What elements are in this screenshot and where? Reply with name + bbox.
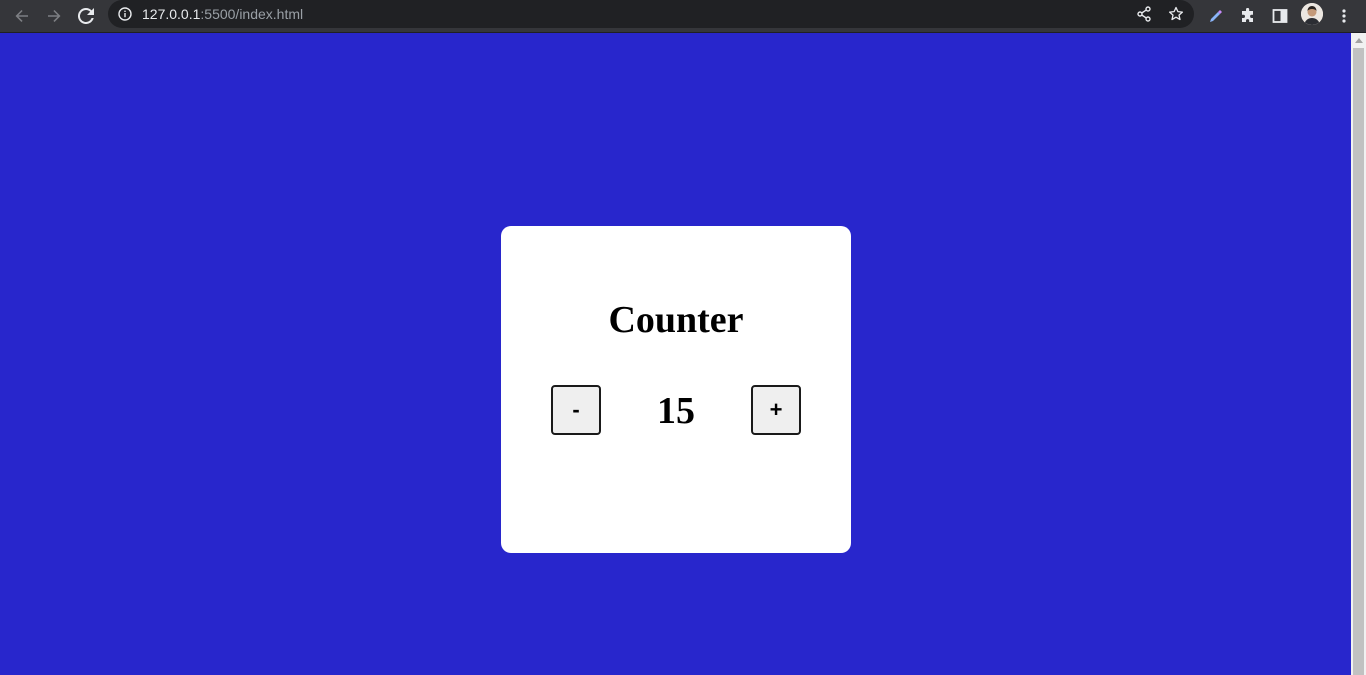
browser-toolbar: 127.0.0.1:5500/index.html [0, 0, 1366, 33]
counter-value: 15 [657, 390, 695, 432]
browser-menu-button[interactable] [1334, 6, 1354, 26]
eyedropper-icon [1210, 10, 1222, 22]
side-panel-button[interactable] [1270, 6, 1290, 26]
avatar-icon [1301, 3, 1323, 25]
info-icon[interactable] [118, 7, 132, 21]
forward-arrow-icon [48, 10, 61, 22]
eyedropper-button[interactable] [1206, 6, 1226, 26]
back-arrow-icon [15, 10, 28, 22]
decrement-button[interactable]: - [551, 385, 601, 435]
side-panel-icon [1272, 9, 1288, 23]
back-button[interactable] [9, 3, 35, 29]
url-host: 127.0.0.1 [142, 6, 201, 22]
vertical-scrollbar[interactable] [1351, 33, 1366, 675]
forward-button[interactable] [41, 3, 67, 29]
url-path: :5500/index.html [200, 6, 304, 22]
extensions-button[interactable] [1238, 6, 1258, 26]
star-icon[interactable] [1168, 6, 1184, 22]
kebab-menu-icon [1342, 9, 1346, 23]
reload-button[interactable] [73, 3, 99, 29]
page-viewport: Counter - 15 + [0, 33, 1351, 675]
puzzle-icon [1242, 8, 1253, 22]
address-bar[interactable]: 127.0.0.1:5500/index.html [108, 0, 1194, 28]
profile-avatar[interactable] [1301, 3, 1323, 25]
increment-button[interactable]: + [751, 385, 801, 435]
counter-title: Counter [608, 299, 744, 341]
counter-card: Counter - 15 + [501, 226, 851, 553]
scrollbar-thumb[interactable] [1353, 48, 1364, 675]
share-icon[interactable] [1136, 6, 1152, 22]
reload-icon [78, 8, 94, 24]
scroll-up-arrow-icon[interactable] [1355, 38, 1363, 43]
url-text[interactable]: 127.0.0.1:5500/index.html [142, 6, 303, 22]
